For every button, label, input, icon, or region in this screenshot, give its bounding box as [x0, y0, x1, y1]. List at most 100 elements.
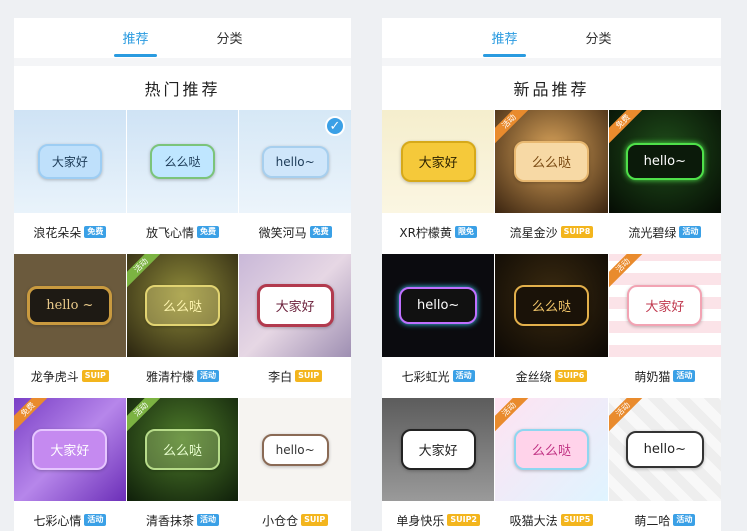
bubble-label: 七彩虹光 活动 — [382, 357, 495, 395]
bubble-name: 流光碧绿 — [628, 225, 677, 240]
bubble-label: 萌二哈 活动 — [608, 501, 721, 531]
bubble-preview: 么么哒 — [513, 429, 589, 470]
corner-ribbon: 活动 — [495, 398, 530, 432]
bubble-preview: 大家好 — [32, 429, 108, 470]
bubble-card[interactable]: 大家好 XR柠檬黄 限免 — [382, 110, 495, 254]
selected-check-icon: ✓ — [324, 116, 345, 136]
bubble-name: 七彩虹光 — [401, 369, 450, 384]
bubble-grid: 大家好 浪花朵朵 免费 么么哒 放飞心情 免费 hello~ ✓ 微笑河马 免费 he… — [14, 110, 351, 531]
bubble-card[interactable]: 活动 么么哒 雅清柠檬 活动 — [126, 254, 239, 398]
vip-badge: SUIP — [81, 370, 109, 382]
bubble-label: 萌奶猫 活动 — [608, 357, 721, 395]
vip-badge: SUIP2 — [447, 514, 480, 526]
tab-category[interactable]: 分类 — [213, 28, 247, 47]
bubble-thumbnail: 免费 hello~ — [608, 110, 721, 213]
activity-badge: 活动 — [452, 370, 475, 382]
bubble-card[interactable]: 免费 hello~ 流光碧绿 活动 — [608, 110, 721, 254]
tab-recommend[interactable]: 推荐 — [483, 28, 526, 57]
bubble-name: 微笑河马 — [258, 225, 307, 240]
bubble-thumbnail: hello~ — [382, 254, 495, 357]
corner-ribbon: 活动 — [495, 110, 530, 144]
bubble-name: 李白 — [268, 369, 293, 384]
bubble-preview: hello~ — [625, 143, 704, 180]
bubble-thumbnail: 大家好 — [14, 110, 126, 213]
bubble-card[interactable]: 大家好 单身快乐 SUIP2 — [382, 398, 495, 531]
bubble-label: 小仓仓 SUIP — [239, 501, 351, 531]
bubble-name: 浪花朵朵 — [33, 225, 82, 240]
bubble-label: 放飞心情 免费 — [126, 213, 239, 251]
bubble-name: XR柠檬黄 — [399, 225, 452, 240]
bubble-label: 单身快乐 SUIP2 — [382, 501, 495, 531]
bubble-card[interactable]: hello~ ✓ 微笑河马 免费 — [239, 110, 351, 254]
bubble-thumbnail: hello ~ — [14, 254, 126, 357]
bubble-card[interactable]: 免费 大家好 七彩心情 活动 — [14, 398, 126, 531]
bubble-card[interactable]: 么么哒 放飞心情 免费 — [126, 110, 239, 254]
bubble-preview: 么么哒 — [150, 144, 215, 179]
tab-category[interactable]: 分类 — [582, 28, 616, 47]
bubble-name: 雅清柠檬 — [145, 369, 194, 384]
bubble-thumbnail: 大家好 — [382, 110, 495, 213]
bubble-name: 龙争虎斗 — [30, 369, 79, 384]
bubble-preview: 大家好 — [400, 429, 476, 470]
tab-bar: 推荐 分类 — [14, 18, 351, 58]
bubble-preview: 么么哒 — [513, 141, 589, 182]
bubble-label: 微笑河马 免费 — [239, 213, 351, 251]
vip-badge: SUIP5 — [560, 514, 594, 526]
bubble-card[interactable]: 活动 hello~ 萌二哈 活动 — [608, 398, 721, 531]
bubble-card[interactable]: 活动 么么哒 流星金沙 SUIP8 — [495, 110, 608, 254]
bubble-thumbnail: 活动 么么哒 — [126, 398, 239, 501]
tab-bar: 推荐 分类 — [382, 18, 721, 58]
bubble-preview: 大家好 — [37, 144, 102, 179]
bubble-thumbnail: 活动 么么哒 — [495, 110, 608, 213]
bubble-preview: hello~ — [261, 433, 329, 466]
activity-badge: 活动 — [673, 370, 696, 382]
bubble-thumbnail: 免费 大家好 — [14, 398, 126, 501]
bubble-card[interactable]: 么么哒 金丝绕 SUIP6 — [495, 254, 608, 398]
free-badge: 免费 — [309, 226, 332, 238]
bubble-thumbnail: 大家好 — [382, 398, 495, 501]
bubble-card[interactable]: 活动 么么哒 吸猫大法 SUIP5 — [495, 398, 608, 531]
free-badge: 免费 — [197, 226, 219, 238]
bubble-thumbnail: hello~ — [239, 398, 351, 501]
vip-badge: SUIP — [295, 370, 323, 382]
bubble-thumbnail: 活动 么么哒 — [495, 398, 608, 501]
bubble-card[interactable]: hello ~ 龙争虎斗 SUIP — [14, 254, 126, 398]
corner-ribbon: 活动 — [126, 254, 161, 288]
bubble-name: 清香抹茶 — [145, 513, 194, 528]
bubble-thumbnail: hello~ ✓ — [239, 110, 351, 213]
bubble-name: 萌奶猫 — [634, 369, 671, 384]
bubble-label: 龙争虎斗 SUIP — [14, 357, 126, 395]
bubble-name: 七彩心情 — [33, 513, 82, 528]
corner-ribbon: 免费 — [608, 110, 643, 144]
bubble-label: 清香抹茶 活动 — [126, 501, 239, 531]
bubble-name: 流星金沙 — [509, 225, 558, 240]
divider — [382, 58, 721, 66]
bubble-name: 金丝绕 — [515, 369, 552, 384]
bubble-name: 吸猫大法 — [509, 513, 558, 528]
bubble-thumbnail: 么么哒 — [126, 110, 239, 213]
bubble-card[interactable]: 活动 么么哒 清香抹茶 活动 — [126, 398, 239, 531]
bubble-thumbnail: 活动 么么哒 — [126, 254, 239, 357]
bubble-card[interactable]: 大家好 浪花朵朵 免费 — [14, 110, 126, 254]
free-badge: 限免 — [454, 226, 477, 238]
bubble-name: 放飞心情 — [145, 225, 194, 240]
corner-ribbon: 活动 — [608, 398, 643, 432]
divider — [14, 58, 351, 66]
bubble-preview: 大家好 — [256, 284, 334, 327]
bubble-card[interactable]: 活动 大家好 萌奶猫 活动 — [608, 254, 721, 398]
hot-recommend-panel: 推荐 分类 热门推荐 大家好 浪花朵朵 免费 么么哒 放飞心情 免费 hello~ … — [14, 18, 351, 531]
tab-recommend[interactable]: 推荐 — [114, 28, 157, 57]
bubble-card[interactable]: 大家好 李白 SUIP — [239, 254, 351, 398]
bubble-preview: hello~ — [399, 287, 478, 324]
vip-badge: SUIP6 — [554, 370, 588, 382]
bubble-card[interactable]: hello~ 七彩虹光 活动 — [382, 254, 495, 398]
bubble-preview: hello~ — [261, 145, 329, 178]
bubble-preview: 大家好 — [400, 141, 476, 182]
bubble-grid: 大家好 XR柠檬黄 限免 活动 么么哒 流星金沙 SUIP8 免费 hello~ 流… — [382, 110, 721, 531]
corner-ribbon: 活动 — [126, 398, 161, 432]
bubble-thumbnail: 活动 hello~ — [608, 398, 721, 501]
bubble-card[interactable]: hello~ 小仓仓 SUIP — [239, 398, 351, 531]
bubble-name: 小仓仓 — [262, 513, 299, 528]
bubble-label: 金丝绕 SUIP6 — [495, 357, 608, 395]
bubble-preview: hello ~ — [27, 286, 113, 325]
